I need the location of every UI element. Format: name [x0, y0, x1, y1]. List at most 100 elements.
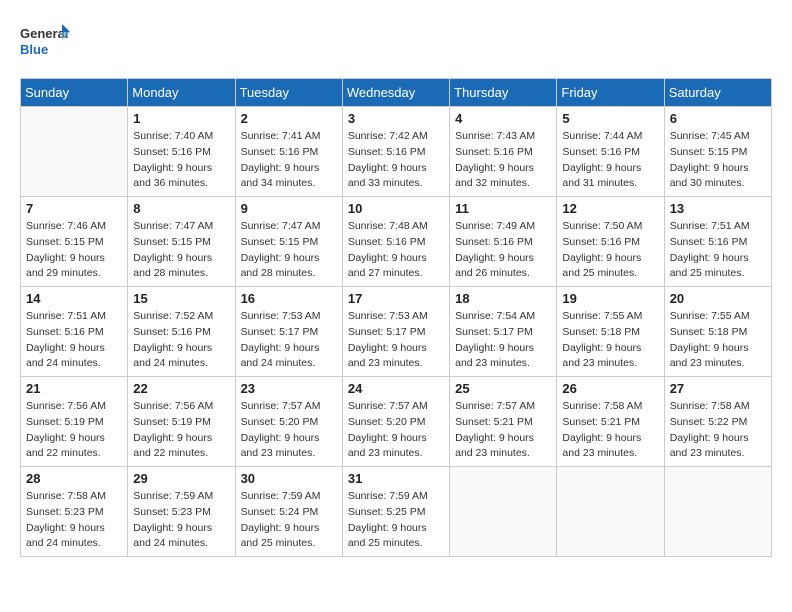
day-info-line: Daylight: 9 hours: [348, 161, 444, 177]
day-number: 17: [348, 291, 444, 306]
day-number: 8: [133, 201, 229, 216]
day-number: 11: [455, 201, 551, 216]
day-number: 2: [241, 111, 337, 126]
day-info-line: Daylight: 9 hours: [562, 341, 658, 357]
day-info-line: Daylight: 9 hours: [133, 341, 229, 357]
day-info-line: Sunset: 5:19 PM: [26, 415, 122, 431]
day-number: 13: [670, 201, 766, 216]
day-info-line: Daylight: 9 hours: [241, 251, 337, 267]
calendar-cell: 1 Sunrise: 7:40 AMSunset: 5:16 PMDaylight…: [128, 107, 235, 197]
day-info-line: and 23 minutes.: [348, 446, 444, 462]
calendar-cell: 3 Sunrise: 7:42 AMSunset: 5:16 PMDaylight…: [342, 107, 449, 197]
calendar-cell: 23Sunrise: 7:57 AMSunset: 5:20 PMDayligh…: [235, 377, 342, 467]
calendar-cell: 29Sunrise: 7:59 AMSunset: 5:23 PMDayligh…: [128, 467, 235, 557]
day-info-line: and 23 minutes.: [455, 356, 551, 372]
logo: General Blue: [20, 20, 70, 62]
day-info-line: Sunrise: 7:43 AM: [455, 129, 551, 145]
calendar-cell: 19Sunrise: 7:55 AMSunset: 5:18 PMDayligh…: [557, 287, 664, 377]
day-info-line: Sunrise: 7:42 AM: [348, 129, 444, 145]
day-info-line: Sunrise: 7:54 AM: [455, 309, 551, 325]
day-info-line: and 25 minutes.: [670, 266, 766, 282]
day-number: 16: [241, 291, 337, 306]
day-number: 22: [133, 381, 229, 396]
calendar-week-1: 1Sunrise: 7:40 AMSunset: 5:16 PMDaylight…: [21, 107, 772, 197]
day-info-line: and 30 minutes.: [670, 176, 766, 192]
day-info-line: Sunset: 5:16 PM: [562, 235, 658, 251]
day-info-line: Sunrise: 7:49 AM: [455, 219, 551, 235]
calendar-cell: 24Sunrise: 7:57 AMSunset: 5:20 PMDayligh…: [342, 377, 449, 467]
day-info-line: Daylight: 9 hours: [133, 251, 229, 267]
calendar-cell: 8Sunrise: 7:47 AMSunset: 5:15 PMDaylight…: [128, 197, 235, 287]
day-info-line: and 22 minutes.: [26, 446, 122, 462]
page-header: General Blue: [20, 20, 772, 62]
day-info-line: and 23 minutes.: [670, 356, 766, 372]
day-info-line: and 27 minutes.: [348, 266, 444, 282]
day-info-line: and 28 minutes.: [241, 266, 337, 282]
day-info-line: Sunrise: 7:40 AM: [133, 129, 229, 145]
day-info-line: Daylight: 9 hours: [26, 521, 122, 537]
day-info-line: Sunset: 5:21 PM: [562, 415, 658, 431]
day-info-line: Sunset: 5:15 PM: [670, 145, 766, 161]
day-info-line: Sunrise: 7:53 AM: [241, 309, 337, 325]
day-info-line: Sunset: 5:16 PM: [562, 145, 658, 161]
calendar-cell: [557, 467, 664, 557]
day-info-line: Sunset: 5:17 PM: [455, 325, 551, 341]
day-info-line: and 24 minutes.: [26, 536, 122, 552]
day-info-line: Daylight: 9 hours: [455, 251, 551, 267]
day-info-line: Daylight: 9 hours: [670, 341, 766, 357]
day-info-line: Sunrise: 7:57 AM: [455, 399, 551, 415]
day-info-line: Sunrise: 7:59 AM: [348, 489, 444, 505]
day-info-line: Sunset: 5:16 PM: [133, 145, 229, 161]
calendar-cell: 14Sunrise: 7:51 AMSunset: 5:16 PMDayligh…: [21, 287, 128, 377]
day-info-line: Sunrise: 7:48 AM: [348, 219, 444, 235]
day-info-line: Sunset: 5:16 PM: [241, 145, 337, 161]
svg-text:General: General: [20, 26, 68, 41]
day-info-line: Sunset: 5:16 PM: [670, 235, 766, 251]
calendar-cell: 22Sunrise: 7:56 AMSunset: 5:19 PMDayligh…: [128, 377, 235, 467]
day-info-line: Sunrise: 7:51 AM: [26, 309, 122, 325]
calendar-cell: 12Sunrise: 7:50 AMSunset: 5:16 PMDayligh…: [557, 197, 664, 287]
day-number: 1: [133, 111, 229, 126]
calendar-cell: 10Sunrise: 7:48 AMSunset: 5:16 PMDayligh…: [342, 197, 449, 287]
day-info-line: Sunrise: 7:41 AM: [241, 129, 337, 145]
calendar-cell: 26Sunrise: 7:58 AMSunset: 5:21 PMDayligh…: [557, 377, 664, 467]
day-info-line: Daylight: 9 hours: [133, 161, 229, 177]
calendar-cell: 11 Sunrise: 7:49 AMSunset: 5:16 PMDayligh…: [450, 197, 557, 287]
calendar-cell: [664, 467, 771, 557]
calendar-cell: [450, 467, 557, 557]
day-number: 28: [26, 471, 122, 486]
day-info-line: Daylight: 9 hours: [241, 161, 337, 177]
day-number: 21: [26, 381, 122, 396]
day-info-line: Sunset: 5:16 PM: [348, 145, 444, 161]
day-info-line: Sunset: 5:20 PM: [241, 415, 337, 431]
day-info-line: Sunrise: 7:57 AM: [241, 399, 337, 415]
day-info-line: Daylight: 9 hours: [562, 431, 658, 447]
day-number: 12: [562, 201, 658, 216]
day-info-line: and 23 minutes.: [670, 446, 766, 462]
day-info-line: Sunset: 5:15 PM: [133, 235, 229, 251]
day-info-line: Daylight: 9 hours: [455, 341, 551, 357]
day-info-line: Sunrise: 7:59 AM: [133, 489, 229, 505]
day-info-line: and 25 minutes.: [348, 536, 444, 552]
calendar-header-thursday: Thursday: [450, 79, 557, 107]
calendar-header-friday: Friday: [557, 79, 664, 107]
day-info-line: Sunrise: 7:46 AM: [26, 219, 122, 235]
day-info-line: Sunset: 5:25 PM: [348, 505, 444, 521]
day-info-line: Sunset: 5:18 PM: [562, 325, 658, 341]
day-info-line: Daylight: 9 hours: [562, 251, 658, 267]
calendar-cell: 21Sunrise: 7:56 AMSunset: 5:19 PMDayligh…: [21, 377, 128, 467]
day-info-line: Sunset: 5:15 PM: [26, 235, 122, 251]
day-info-line: and 23 minutes.: [562, 446, 658, 462]
day-info-line: Sunrise: 7:55 AM: [670, 309, 766, 325]
day-info-line: and 23 minutes.: [455, 446, 551, 462]
day-info-line: Sunset: 5:20 PM: [348, 415, 444, 431]
day-number: 3: [348, 111, 444, 126]
day-number: 29: [133, 471, 229, 486]
day-info-line: Sunset: 5:16 PM: [455, 235, 551, 251]
day-number: 5: [562, 111, 658, 126]
calendar-cell: 28Sunrise: 7:58 AMSunset: 5:23 PMDayligh…: [21, 467, 128, 557]
day-info-line: Sunrise: 7:59 AM: [241, 489, 337, 505]
day-info-line: Sunrise: 7:58 AM: [26, 489, 122, 505]
calendar-cell: 31Sunrise: 7:59 AMSunset: 5:25 PMDayligh…: [342, 467, 449, 557]
day-info-line: Daylight: 9 hours: [455, 431, 551, 447]
